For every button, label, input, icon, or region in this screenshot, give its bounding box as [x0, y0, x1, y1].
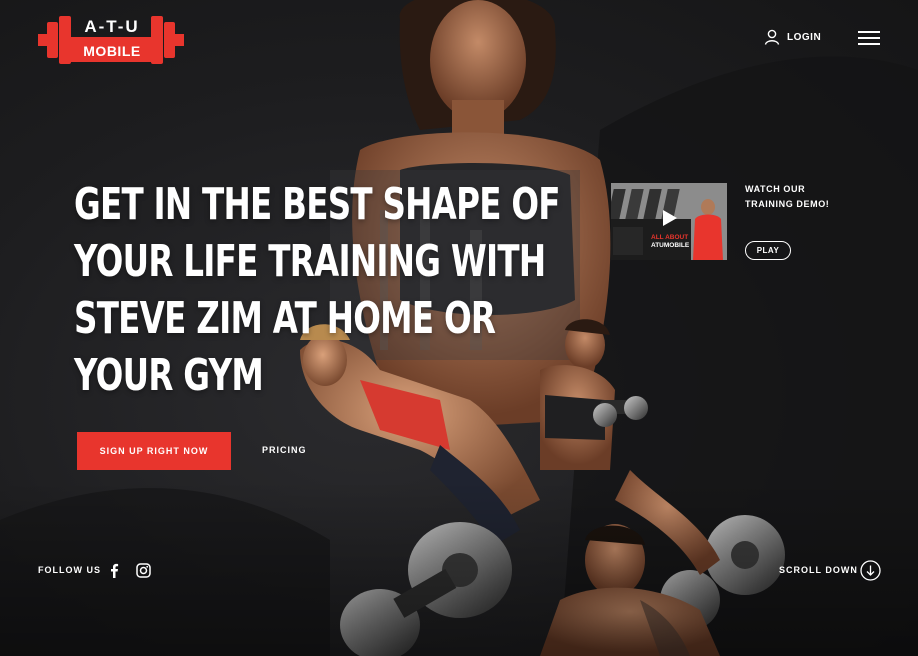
pricing-link[interactable]: PRICING [262, 445, 307, 455]
user-icon [764, 29, 780, 45]
facebook-icon[interactable] [108, 563, 120, 578]
trainer-figure [693, 199, 723, 260]
hero-section: A-T-U MOBILE LOGIN GET IN THE BEST SHAPE… [0, 0, 918, 656]
thumbnail-caption-2: ATUMOBILE [651, 242, 690, 249]
play-button[interactable]: PLAY [745, 241, 791, 260]
arrow-down-circle-icon[interactable] [860, 560, 881, 581]
logo-line-1: A-T-U [84, 17, 140, 36]
hero-headline: GET IN THE BEST SHAPE OF YOUR LIFE TRAIN… [74, 179, 561, 401]
thumbnail-caption-1: ALL ABOUT [651, 234, 689, 241]
menu-bar [858, 43, 880, 45]
instagram-icon[interactable] [136, 563, 151, 578]
video-title: WATCH OUR TRAINING DEMO! [745, 184, 830, 209]
logo-line-2: MOBILE [83, 43, 141, 59]
scroll-down-label[interactable]: SCROLL DOWN [779, 565, 858, 575]
hamburger-menu-icon[interactable] [858, 31, 880, 47]
video-thumbnail[interactable]: ALL ABOUT ATUMOBILE [611, 183, 727, 260]
menu-bar [858, 31, 880, 33]
login-link[interactable]: LOGIN [764, 29, 821, 45]
play-icon [663, 210, 677, 226]
follow-us-label: FOLLOW US [38, 565, 101, 575]
menu-bar [858, 37, 880, 39]
signup-button[interactable]: SIGN UP RIGHT NOW [77, 432, 231, 470]
brand-logo[interactable]: A-T-U MOBILE [38, 12, 184, 66]
login-label: LOGIN [787, 31, 822, 43]
